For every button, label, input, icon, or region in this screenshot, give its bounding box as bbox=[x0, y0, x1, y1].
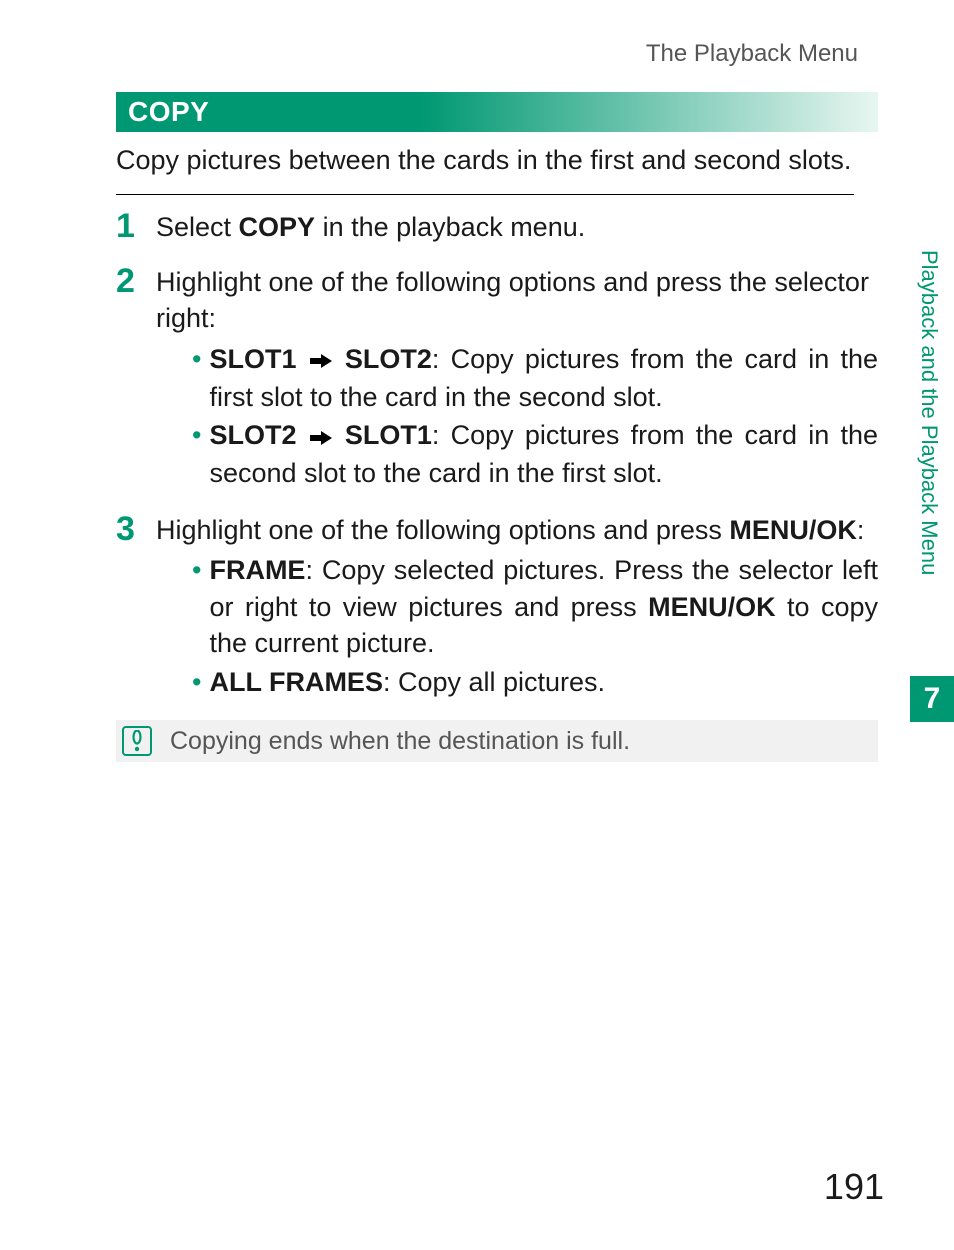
step-number: 2 bbox=[116, 264, 156, 494]
text: Select bbox=[156, 212, 239, 242]
side-tab: Playback and the Playback Menu 7 bbox=[902, 0, 954, 1250]
slot-label: SLOT1 bbox=[209, 344, 296, 374]
arrow-right-icon bbox=[310, 342, 332, 378]
bullet-dot: • bbox=[192, 341, 201, 416]
bullet-dot: • bbox=[192, 664, 201, 700]
intro-text: Copy pictures between the cards in the f… bbox=[116, 142, 878, 178]
text: in the playback menu. bbox=[315, 212, 585, 242]
warning-icon bbox=[122, 726, 152, 756]
divider bbox=[116, 194, 854, 195]
slot-label: SLOT2 bbox=[209, 420, 296, 450]
step-item: 3 Highlight one of the following options… bbox=[116, 512, 878, 702]
bullet-dot: • bbox=[192, 417, 201, 492]
side-section-label: Playback and the Playback Menu bbox=[916, 250, 942, 575]
chapter-tab: 7 bbox=[910, 676, 954, 722]
bullet-dot: • bbox=[192, 552, 201, 661]
bullet-body: SLOT2 SLOT1: Copy pictures from the card… bbox=[209, 417, 878, 492]
option-label: FRAME bbox=[209, 555, 305, 585]
bold-text: MENU/OK bbox=[729, 515, 857, 545]
option-label: ALL FRAMES bbox=[209, 667, 383, 697]
step-number: 3 bbox=[116, 512, 156, 702]
step-body: Highlight one of the following options a… bbox=[156, 264, 878, 494]
bullet-body: FRAME: Copy selected pictures. Press the… bbox=[209, 552, 878, 661]
page-number: 191 bbox=[824, 1166, 884, 1208]
section-title: COPY bbox=[116, 92, 878, 132]
bold-text: COPY bbox=[239, 212, 316, 242]
bullet-body: SLOT1 SLOT2: Copy pictures from the card… bbox=[209, 341, 878, 416]
text: : bbox=[857, 515, 865, 545]
list-item: • SLOT1 SLOT2: Copy pictures from the ca… bbox=[192, 341, 878, 416]
text: Highlight one of the following options a… bbox=[156, 515, 729, 545]
text: : Copy all pictures. bbox=[383, 667, 605, 697]
steps-list: 1 Select COPY in the playback menu. 2 Hi… bbox=[116, 209, 878, 702]
running-head: The Playback Menu bbox=[0, 0, 902, 92]
slot-label: SLOT1 bbox=[345, 420, 432, 450]
bold-text: MENU/OK bbox=[648, 592, 776, 622]
step-body: Select COPY in the playback menu. bbox=[156, 209, 878, 245]
list-item: • ALL FRAMES: Copy all pictures. bbox=[192, 664, 878, 700]
step-item: 2 Highlight one of the following options… bbox=[116, 264, 878, 494]
bullet-body: ALL FRAMES: Copy all pictures. bbox=[209, 664, 878, 700]
arrow-right-icon bbox=[310, 419, 332, 455]
text: Highlight one of the following options a… bbox=[156, 264, 878, 337]
list-item: • SLOT2 SLOT1: Copy pictures from the ca… bbox=[192, 417, 878, 492]
note-text: Copying ends when the destination is ful… bbox=[170, 727, 630, 756]
list-item: • FRAME: Copy selected pictures. Press t… bbox=[192, 552, 878, 661]
step-body: Highlight one of the following options a… bbox=[156, 512, 878, 702]
note-box: Copying ends when the destination is ful… bbox=[116, 720, 878, 762]
step-number: 1 bbox=[116, 209, 156, 245]
slot-label: SLOT2 bbox=[345, 344, 432, 374]
step-item: 1 Select COPY in the playback menu. bbox=[116, 209, 878, 245]
